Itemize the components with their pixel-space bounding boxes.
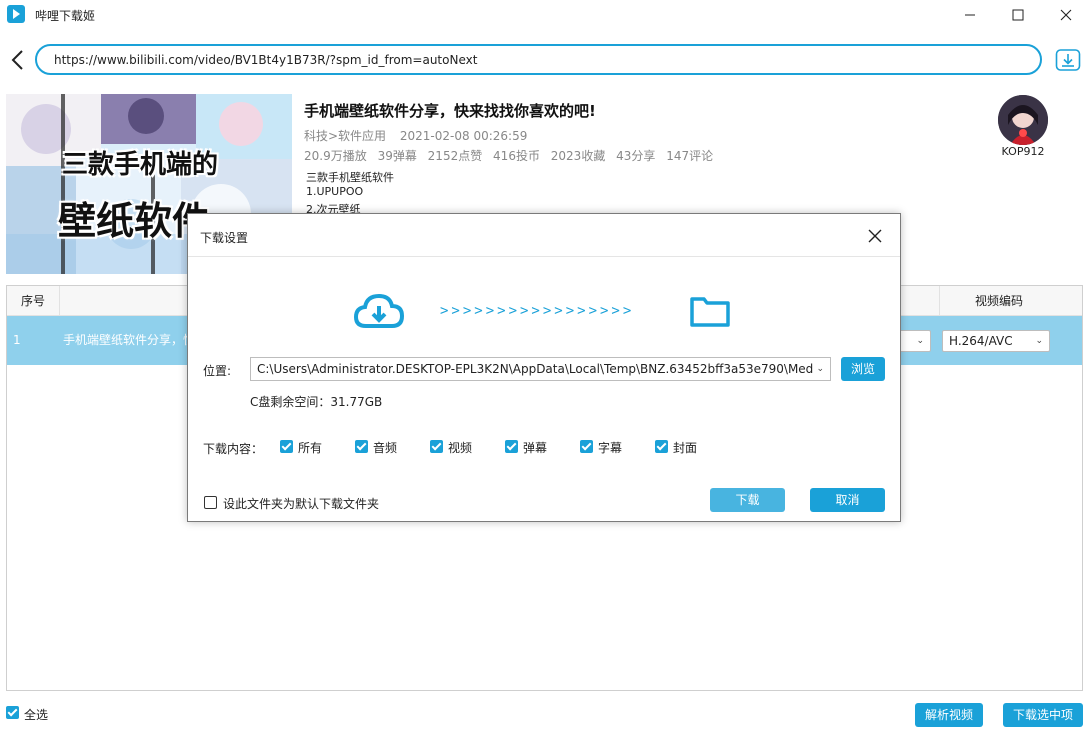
- column-header-codec: 视频编码: [975, 294, 1024, 308]
- stat-likes: 2152点赞: [427, 149, 483, 163]
- dialog-close-button[interactable]: [867, 228, 883, 244]
- browse-button[interactable]: 浏览: [841, 357, 885, 381]
- option-video-checkbox[interactable]: [430, 440, 443, 453]
- minimize-icon: [965, 14, 975, 16]
- option-cover-label: 封面: [673, 441, 698, 455]
- option-cover-checkbox[interactable]: [655, 440, 668, 453]
- description-line: 三款手机壁纸软件: [306, 171, 394, 184]
- option-danmaku-checkbox[interactable]: [505, 440, 518, 453]
- column-divider: [59, 286, 60, 316]
- download-path-select[interactable]: C:\Users\Administrator.DESKTOP-EPL3K2N\A…: [250, 357, 831, 381]
- video-title: 手机端壁纸软件分享，快来找找你喜欢的吧!: [304, 102, 596, 120]
- video-stats: 20.9万播放 39弹幕 2152点赞 416投币 2023收藏 43分享 14…: [304, 147, 720, 164]
- app-logo-icon: [7, 5, 25, 23]
- option-subtitle-label: 字幕: [598, 441, 623, 455]
- download-settings-dialog: 下载设置 >>>>>>>>>>>>>>>>> 位置: C:\Users\Admi…: [187, 213, 901, 522]
- close-window-button[interactable]: [1043, 0, 1089, 30]
- video-meta: 科技>软件应用 2021-02-08 00:26:59: [304, 127, 527, 144]
- stat-comments: 147评论: [666, 149, 714, 163]
- chevron-down-icon: ⌄: [916, 336, 924, 346]
- maximize-icon: [1012, 9, 1024, 21]
- download-selected-button[interactable]: 下载选中项: [1003, 703, 1083, 727]
- title-bar: 哔哩下载姬: [0, 0, 1089, 30]
- close-icon: [868, 229, 882, 243]
- option-video-label: 视频: [448, 441, 473, 455]
- parse-video-button[interactable]: 解析视频: [915, 703, 983, 727]
- option-all-label: 所有: [298, 441, 323, 455]
- window-title: 哔哩下载姬: [35, 9, 96, 23]
- free-space-text: C盘剩余空间：31.77GB: [250, 395, 383, 409]
- download-path-value: C:\Users\Administrator.DESKTOP-EPL3K2N\A…: [257, 362, 824, 376]
- select-all-label: 全选: [24, 708, 49, 722]
- url-text: https://www.bilibili.com/video/BV1Bt4y1B…: [54, 52, 478, 67]
- cancel-button[interactable]: 取消: [810, 488, 885, 512]
- option-audio-label: 音频: [373, 441, 398, 455]
- column-header-index: 序号: [21, 294, 46, 308]
- maximize-button[interactable]: [995, 0, 1041, 30]
- select-all-checkbox[interactable]: [6, 706, 19, 719]
- row-title: 手机端壁纸软件分享，快: [63, 333, 196, 347]
- thumbnail-caption-line1: 三款手机端的: [62, 150, 219, 180]
- content-label: 下载内容：: [203, 442, 264, 456]
- download-button[interactable]: 下载: [710, 488, 785, 512]
- stat-danmaku: 39弹幕: [377, 149, 417, 163]
- close-icon: [1060, 9, 1072, 21]
- dialog-title: 下载设置: [200, 231, 249, 245]
- video-category: 科技>软件应用: [304, 129, 387, 143]
- stat-favorites: 2023收藏: [550, 149, 606, 163]
- back-button[interactable]: [8, 48, 28, 72]
- codec-select[interactable]: H.264/AVC ⌄: [942, 330, 1050, 352]
- progress-arrows: >>>>>>>>>>>>>>>>>: [440, 303, 635, 319]
- uploader-name[interactable]: KOP912: [995, 145, 1051, 158]
- dialog-divider: [188, 256, 900, 257]
- set-default-folder-checkbox[interactable]: [204, 496, 217, 509]
- set-default-folder-label: 设此文件夹为默认下载文件夹: [223, 497, 380, 511]
- row-index: 1: [13, 333, 21, 347]
- quality-select[interactable]: ⌄: [899, 330, 931, 352]
- video-date: 2021-02-08 00:26:59: [399, 129, 528, 143]
- avatar-image: [998, 95, 1048, 145]
- option-subtitle-checkbox[interactable]: [580, 440, 593, 453]
- minimize-button[interactable]: [947, 0, 993, 30]
- description-line: 1.UPUPOO: [306, 185, 364, 198]
- chevron-down-icon: ⌄: [814, 358, 824, 380]
- option-danmaku-label: 弹幕: [523, 441, 548, 455]
- location-label: 位置:: [203, 364, 232, 378]
- chevron-down-icon: ⌄: [1035, 336, 1043, 346]
- uploader-avatar[interactable]: [998, 95, 1048, 145]
- download-manager-button[interactable]: [1055, 47, 1081, 72]
- chevron-left-icon: [11, 50, 23, 70]
- column-divider: [939, 286, 940, 316]
- codec-value: H.264/AVC: [949, 334, 1013, 348]
- option-audio-checkbox[interactable]: [355, 440, 368, 453]
- download-tray-icon: [1055, 49, 1081, 71]
- folder-icon: [690, 297, 730, 327]
- url-input[interactable]: https://www.bilibili.com/video/BV1Bt4y1B…: [35, 44, 1042, 75]
- cloud-download-icon: [354, 293, 404, 328]
- stat-coins: 416投币: [493, 149, 540, 163]
- stat-views: 20.9万播放: [304, 149, 367, 163]
- stat-shares: 43分享: [616, 149, 656, 163]
- option-all-checkbox[interactable]: [280, 440, 293, 453]
